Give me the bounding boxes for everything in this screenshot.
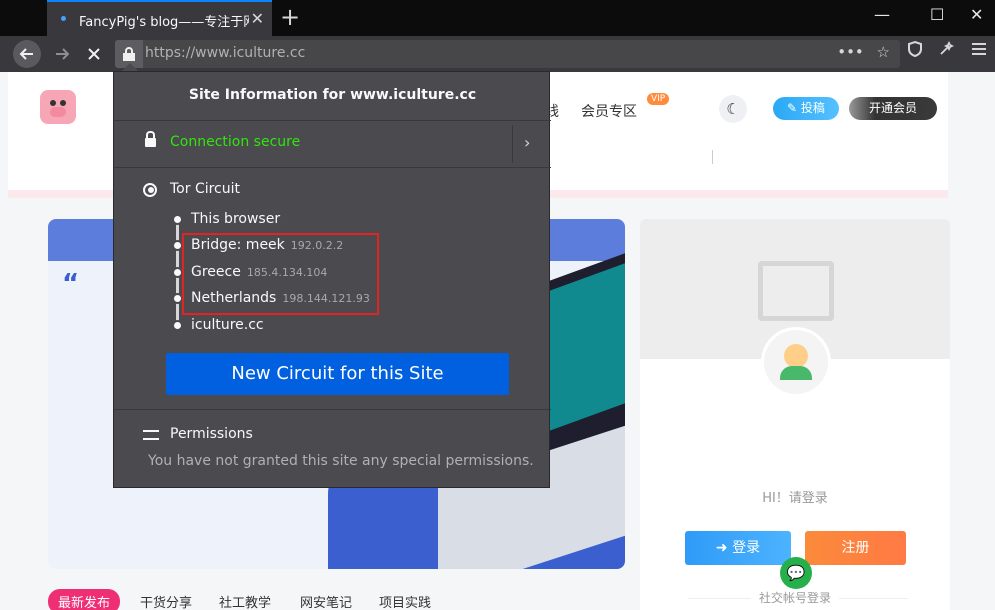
chevron-right-icon[interactable]: › (524, 133, 530, 152)
page-actions-icon[interactable]: ••• (837, 43, 864, 61)
login-greeting: HI！请登录 (762, 491, 828, 506)
site-info-popup: Site Information for www.iculture.cc Con… (113, 71, 551, 488)
minimize-button[interactable]: — (874, 5, 890, 24)
hamburger-menu-icon[interactable] (970, 40, 988, 63)
login-button[interactable]: ➜ 登录 (685, 531, 791, 565)
back-icon (19, 48, 33, 60)
back-button[interactable] (13, 40, 41, 68)
register-button[interactable]: 注册 (805, 531, 906, 565)
moon-icon: ☾ (726, 100, 740, 118)
connection-status: Connection secure (170, 134, 301, 150)
new-tab-button[interactable]: + (280, 3, 300, 31)
dark-mode-toggle[interactable]: ☾ (719, 95, 747, 123)
navigation-toolbar: https://www.iculture.cc ••• ☆ (0, 36, 995, 72)
permissions-description: You have not granted this site any speci… (148, 453, 534, 469)
tab-social-eng[interactable]: 社工教学 (219, 592, 271, 610)
bookmark-star-icon[interactable]: ☆ (877, 43, 890, 61)
stop-icon (88, 48, 100, 60)
permissions-icon (143, 428, 159, 442)
lock-icon (123, 47, 135, 61)
close-window-button[interactable]: ✕ (970, 5, 983, 24)
permissions-title: Permissions (170, 426, 253, 442)
popup-title: Site Information for www.iculture.cc (188, 87, 477, 103)
url-bar[interactable]: https://www.iculture.cc ••• ☆ (115, 40, 900, 68)
circuit-node-dot (172, 214, 183, 225)
open-membership-button[interactable]: 开通会员 (849, 97, 937, 120)
maximize-button[interactable]: ☐ (930, 5, 944, 24)
stop-button[interactable] (80, 40, 108, 68)
vip-badge: VIP (647, 93, 670, 105)
tab-latest[interactable]: 最新发布 (48, 589, 121, 610)
image-placeholder-icon (758, 261, 834, 321)
social-login-label: 社交帐号登录 (750, 591, 839, 605)
tab-security-notes[interactable]: 网安笔记 (300, 592, 352, 610)
lock-icon (145, 131, 156, 147)
edit-icon: ✎ (787, 101, 801, 115)
nav-item-vip-zone[interactable]: 会员专区 (581, 101, 637, 121)
forward-button[interactable] (48, 40, 76, 68)
tab-tips[interactable]: 干货分享 (140, 592, 192, 610)
tor-circuit-title: Tor Circuit (170, 181, 241, 197)
circuit-node-site: iculture.cc (191, 317, 264, 333)
shield-icon[interactable] (906, 40, 924, 63)
tab-active[interactable]: FancyPig's blog——专注于网 ✕ (47, 0, 272, 36)
loading-icon (61, 16, 66, 21)
contribute-button[interactable]: ✎ 投稿 (773, 97, 839, 120)
tab-bar: FancyPig's blog——专注于网 ✕ + — ☐ ✕ (0, 0, 995, 36)
circuit-node-dot (172, 320, 183, 331)
tor-circuit-icon (143, 183, 157, 197)
quote-decoration: “ (62, 269, 80, 299)
highlight-box (182, 233, 379, 315)
tab-projects[interactable]: 项目实践 (379, 592, 431, 610)
forward-icon (56, 48, 70, 60)
site-logo[interactable] (40, 90, 76, 124)
tor-onion-icon[interactable] (938, 40, 956, 63)
circuit-node-browser: This browser (191, 211, 281, 227)
tab-close-icon[interactable]: ✕ (251, 9, 264, 28)
url-text[interactable]: https://www.iculture.cc (145, 45, 305, 61)
new-circuit-button[interactable]: New Circuit for this Site (166, 353, 509, 395)
avatar (761, 327, 831, 397)
tab-title: FancyPig's blog——专注于网 (79, 15, 249, 30)
wechat-login-icon[interactable]: 💬 (780, 557, 812, 589)
login-card: HI！请登录 ➜ 登录 注册 社交帐号登录 (640, 219, 950, 610)
connection-row[interactable]: Connection secure › (114, 121, 551, 167)
divider (712, 150, 713, 164)
sign-in-icon: ➜ (715, 540, 733, 556)
